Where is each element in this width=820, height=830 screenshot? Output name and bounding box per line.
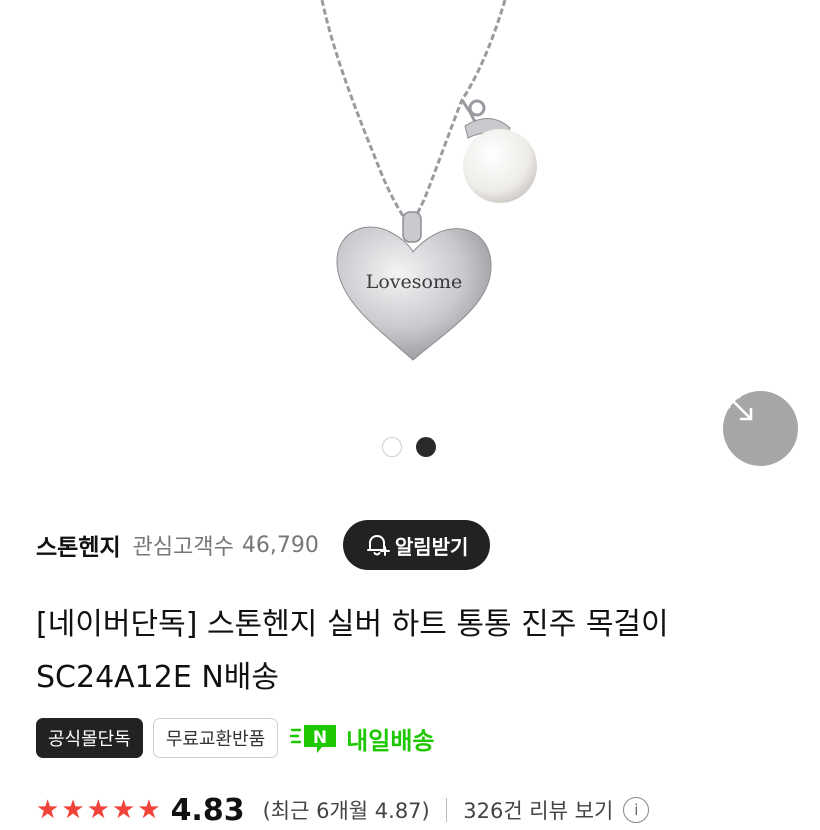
product-image-gallery[interactable]: Lovesome: [0, 0, 820, 470]
star-icon: ★: [36, 795, 60, 825]
product-title: [네이버단독] 스톤헨지 실버 하트 통통 진주 목걸이 SC24A12E N배…: [36, 607, 669, 695]
necklace-image: Lovesome: [320, 0, 537, 361]
star-icon: ★: [111, 795, 136, 825]
fans-label: 관심고객수: [132, 535, 234, 560]
fans-count: 46,790: [241, 532, 319, 558]
alarm-button-label: 알림받기: [394, 534, 469, 559]
recent-rating: (최근 6개월 4.87): [262, 799, 430, 823]
n-badge-letter: N: [313, 728, 327, 748]
rating-stars: ★ ★ ★ ★ ★: [36, 797, 161, 823]
tomorrow-delivery-badge: N 내일배송: [290, 721, 435, 756]
product-tags: 공식몰단독 무료교환반품 N 내일배송: [36, 718, 435, 758]
bell-plus-icon: [366, 535, 390, 556]
brand-name-link[interactable]: 스톤헨지: [36, 528, 121, 562]
gallery-pagination: [382, 437, 436, 457]
pagination-dot-2-active[interactable]: [416, 437, 436, 457]
rating-value: 4.83: [170, 792, 245, 828]
rating-row: ★ ★ ★ ★ ★ 4.83 (최근 6개월 4.87) 326건 리뷰 보기 …: [36, 790, 650, 830]
star-icon: ★: [61, 795, 85, 825]
pagination-dot-1[interactable]: [382, 437, 402, 457]
info-icon[interactable]: i: [623, 797, 650, 823]
free-return-tag: 무료교환반품: [152, 718, 279, 758]
n-delivery-icon: N: [290, 725, 337, 753]
engraving-text: Lovesome: [366, 271, 462, 293]
official-exclusive-tag: 공식몰단독: [36, 718, 143, 758]
delivery-text: 내일배송: [346, 726, 435, 755]
star-icon: ★: [86, 795, 110, 825]
star-icon: ★: [137, 795, 161, 825]
brand-row: 스톤헨지 관심고객수 46,790 알림받기: [36, 520, 491, 570]
divider: [445, 798, 448, 822]
expand-arrows-icon: [727, 395, 753, 421]
expand-image-button[interactable]: [723, 391, 798, 466]
alarm-subscribe-button[interactable]: 알림받기: [342, 520, 491, 570]
review-count-link[interactable]: 326건 리뷰 보기: [463, 795, 613, 825]
